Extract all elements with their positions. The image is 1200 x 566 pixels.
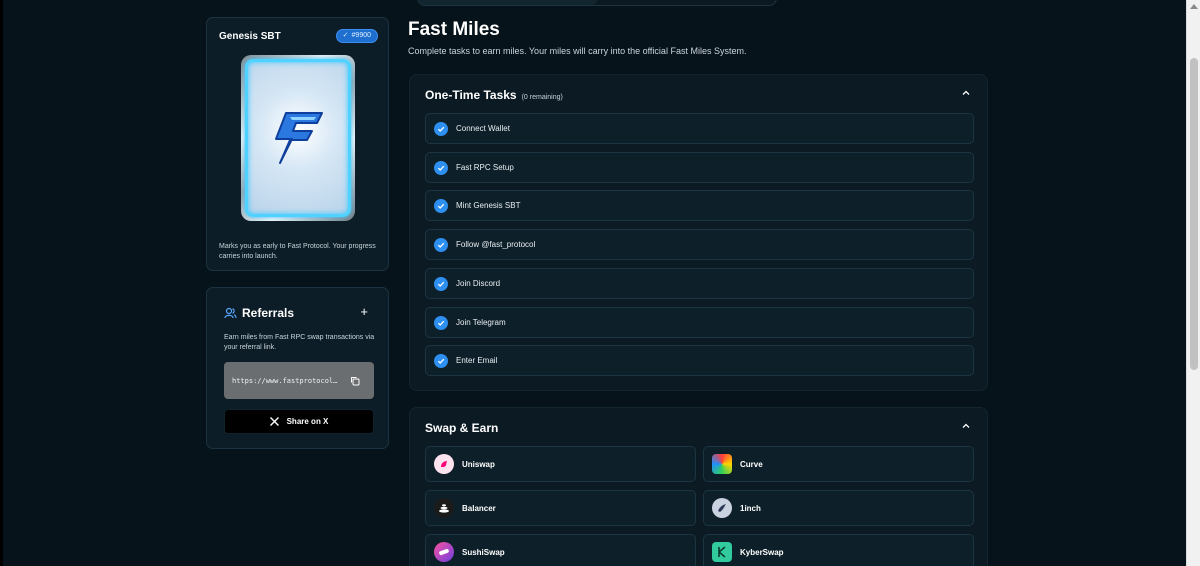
genesis-description: Marks you as early to Fast Protocol. You…: [219, 243, 376, 260]
scrollbar-thumb[interactable]: [1190, 58, 1198, 370]
task-label: Fast RPC Setup: [456, 163, 514, 172]
nft-image: [241, 55, 355, 221]
share-on-x-button[interactable]: Share on X: [224, 409, 374, 434]
task-follow-fast-protocol[interactable]: Follow @fast_protocol: [425, 229, 974, 260]
swap-label: Balancer: [462, 503, 496, 513]
genesis-sbt-card: Genesis SBT ✓ #9900 Marks you as early t…: [206, 17, 389, 271]
swap-label: Curve: [740, 459, 763, 469]
swap-label: Uniswap: [462, 459, 495, 469]
fast-logo-icon: [275, 112, 323, 164]
swap-label: KyberSwap: [740, 547, 784, 557]
swap-label: 1inch: [740, 503, 761, 513]
referrals-title: Referrals: [242, 306, 295, 320]
kyberswap-logo-icon: [712, 542, 732, 562]
check-circle-icon: [434, 237, 448, 252]
swap-earn-header: Swap & Earn: [425, 421, 498, 435]
referral-link-box[interactable]: https://www.fastprotocol…: [224, 362, 374, 399]
task-join-telegram[interactable]: Join Telegram: [425, 307, 974, 338]
page-viewport: Genesis SBT ✓ #9900 Marks you as early t…: [3, 0, 1186, 566]
tasks-remaining: (0 remaining): [521, 94, 563, 101]
task-label: Mint Genesis SBT: [456, 201, 521, 210]
copy-icon[interactable]: [350, 376, 360, 386]
task-fast-rpc-setup[interactable]: Fast RPC Setup: [425, 152, 974, 183]
page-subtitle: Complete tasks to earn miles. Your miles…: [408, 46, 747, 56]
page-scrollbar[interactable]: [1186, 0, 1200, 566]
balancer-logo-icon: [434, 498, 454, 518]
check-circle-icon: [434, 353, 448, 368]
one-time-tasks-panel: One-Time Tasks (0 remaining) Connect Wal…: [409, 74, 988, 391]
task-join-discord[interactable]: Join Discord: [425, 268, 974, 299]
task-label: Connect Wallet: [456, 124, 510, 133]
x-logo-icon: [269, 417, 279, 426]
share-label: Share on X: [286, 417, 329, 426]
swap-balancer[interactable]: Balancer: [425, 490, 696, 526]
swap-label: SushiSwap: [462, 547, 505, 557]
referral-link-text[interactable]: https://www.fastprotocol…: [232, 377, 340, 385]
check-circle-icon: [434, 160, 448, 175]
sushiswap-logo-icon: [434, 542, 454, 562]
chevron-up-icon[interactable]: [961, 88, 971, 98]
one-time-tasks-title: One-Time Tasks: [425, 88, 517, 102]
referrals-card: Referrals + Earn miles from Fast RPC swa…: [206, 287, 389, 449]
check-circle-icon: [434, 198, 448, 213]
nft-frame: [245, 59, 351, 217]
uniswap-logo-icon: [434, 454, 454, 474]
task-label: Enter Email: [456, 356, 498, 365]
referrals-header: Referrals: [224, 306, 294, 320]
task-connect-wallet[interactable]: Connect Wallet: [425, 113, 974, 144]
top-segmented-control[interactable]: [417, 0, 777, 6]
task-label: Follow @fast_protocol: [456, 240, 536, 249]
check-circle-icon: [434, 276, 448, 291]
swap-earn-panel: Swap & Earn Uniswap Curve Balancer 1inch: [409, 407, 988, 566]
task-enter-email[interactable]: Enter Email: [425, 345, 974, 376]
swap-sushiswap[interactable]: SushiSwap: [425, 534, 696, 566]
top-segment-active[interactable]: [418, 0, 598, 5]
task-label: Join Telegram: [456, 318, 506, 327]
swap-kyberswap[interactable]: KyberSwap: [703, 534, 974, 566]
check-circle-icon: [434, 121, 448, 136]
swap-curve[interactable]: Curve: [703, 446, 974, 482]
chevron-up-icon[interactable]: [961, 421, 971, 431]
token-id-badge: ✓ #9900: [335, 29, 378, 43]
task-label: Join Discord: [456, 279, 501, 288]
referrals-description: Earn miles from Fast RPC swap transactio…: [224, 334, 375, 351]
curve-logo-icon: [712, 454, 732, 474]
token-id: #9900: [351, 32, 371, 39]
check-icon: ✓: [342, 32, 349, 39]
swap-uniswap[interactable]: Uniswap: [425, 446, 696, 482]
check-circle-icon: [434, 315, 448, 330]
swap-1inch[interactable]: 1inch: [703, 490, 974, 526]
task-mint-genesis-sbt[interactable]: Mint Genesis SBT: [425, 190, 974, 221]
scroll-up-arrow-icon[interactable]: [1190, 4, 1198, 9]
one-time-tasks-header: One-Time Tasks (0 remaining): [425, 88, 563, 102]
swap-earn-title: Swap & Earn: [425, 421, 499, 435]
users-icon: [224, 307, 237, 319]
page-title: Fast Miles: [408, 19, 500, 40]
expand-plus-icon[interactable]: +: [360, 304, 368, 319]
1inch-logo-icon: [712, 498, 732, 518]
genesis-title: Genesis SBT: [219, 31, 281, 42]
